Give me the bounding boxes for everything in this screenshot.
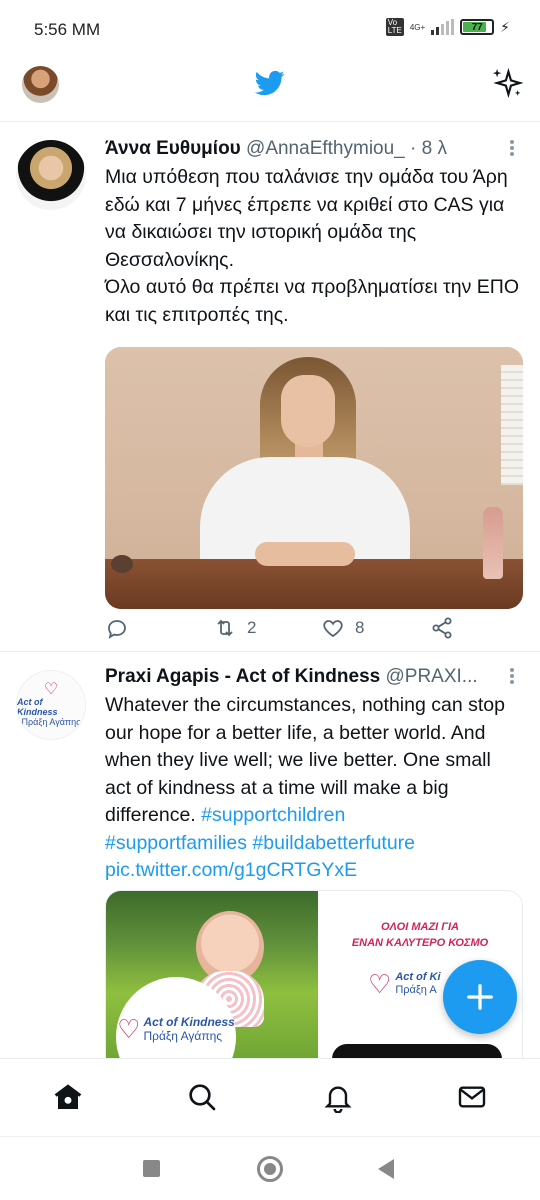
nav-search[interactable]: [186, 1081, 218, 1113]
tweet-header: Άννα Ευθυμίου @AnnaEfthymiou_ · 8 λ: [105, 136, 520, 162]
tweet-divider: [0, 651, 540, 652]
tweet-image[interactable]: [105, 347, 523, 609]
recents-button[interactable]: [143, 1160, 160, 1177]
pic-link[interactable]: pic.twitter.com/g1gCRTGYxE: [105, 859, 357, 881]
campaign-slogan: ΟΛΟΙ ΜΑΖΙ ΓΙΑ ΕΝΑΝ ΚΑΛΥΤΕΡΟ ΚΟΣΜΟ: [351, 921, 489, 949]
share-button[interactable]: [430, 616, 454, 640]
tweet-actions: 2 8: [105, 616, 475, 646]
battery-icon: 77: [460, 19, 495, 35]
retweet-button[interactable]: 2: [213, 616, 256, 640]
notifications-icon: [324, 1086, 352, 1114]
author-handle[interactable]: @AnnaEfthymiou_: [246, 138, 405, 159]
tweet-time: · 8 λ: [410, 138, 447, 159]
reply-icon: [108, 620, 126, 639]
sparkle-icon[interactable]: [490, 66, 524, 100]
app-header: [0, 58, 540, 122]
plus-icon: [467, 984, 493, 1010]
campaign-logo: ♡ Act of Ki Πράξη Α: [368, 969, 441, 999]
more-options-icon[interactable]: [504, 138, 520, 160]
heart-logo-icon: ♡: [117, 1014, 141, 1044]
heart-icon: [323, 620, 343, 638]
tweet-text: Μια υπόθεση που ταλάνισε την ομάδα του Ά…: [105, 166, 520, 326]
tweet-header: Praxi Agapis - Act of Kindness @PRAXI...: [105, 664, 520, 690]
author-avatar[interactable]: ♡ Act of Kindness Πράξη Αγάπης: [16, 670, 86, 740]
back-button[interactable]: [378, 1159, 394, 1179]
author-name[interactable]: Άννα Ευθυμίου: [105, 138, 241, 159]
signal-icon: [431, 19, 455, 35]
search-icon: [189, 1084, 216, 1111]
nav-messages[interactable]: [456, 1081, 488, 1113]
hashtag-link[interactable]: #supportchildren: [201, 804, 345, 826]
bottom-navigation: [0, 1058, 540, 1136]
logo-line2: Πράξη Αγάπης: [21, 717, 81, 727]
network-type: 4G+: [409, 22, 426, 32]
tweet-text: Whatever the circumstances, nothing can …: [105, 692, 520, 885]
heart-logo-icon: ♡: [43, 681, 59, 698]
author-name[interactable]: Praxi Agapis - Act of Kindness: [105, 666, 380, 687]
tweet[interactable]: Άννα Ευθυμίου @AnnaEfthymiou_ · 8 λ Μια …: [0, 136, 540, 640]
status-bar: 5:56 MM Vo LTE 4G+ 77 ⚡: [0, 0, 540, 58]
volte-icon: Vo LTE: [385, 18, 404, 36]
system-navigation-bar: [0, 1136, 540, 1200]
nav-home[interactable]: [52, 1081, 84, 1113]
retweet-icon: [217, 619, 233, 637]
status-time: 5:56 MM: [34, 20, 101, 39]
battery-level: 77: [471, 21, 483, 33]
more-options-icon[interactable]: [504, 666, 520, 688]
author-avatar[interactable]: [16, 140, 86, 210]
like-button[interactable]: 8: [321, 616, 364, 640]
twitter-bird-icon[interactable]: [253, 68, 287, 98]
status-icons: Vo LTE 4G+ 77 ⚡: [385, 18, 510, 36]
nav-notifications[interactable]: [322, 1081, 354, 1114]
home-icon: [54, 1084, 82, 1109]
hashtag-link[interactable]: #buildabetterfuture: [252, 832, 415, 854]
retweet-count: 2: [247, 618, 257, 637]
reply-button[interactable]: [105, 616, 129, 640]
like-count: 8: [355, 618, 365, 637]
messages-icon: [458, 1086, 486, 1108]
compose-tweet-button[interactable]: [443, 960, 517, 1034]
hashtag-link[interactable]: #supportfamilies: [105, 832, 247, 854]
heart-logo-icon: ♡: [368, 969, 392, 999]
home-system-button[interactable]: [257, 1156, 283, 1182]
share-icon: [432, 617, 452, 639]
logo-line1: Act of Kindness: [17, 697, 58, 717]
author-handle[interactable]: @PRAXI...: [385, 666, 477, 687]
profile-avatar[interactable]: [22, 66, 59, 103]
charging-icon: ⚡: [500, 18, 510, 35]
